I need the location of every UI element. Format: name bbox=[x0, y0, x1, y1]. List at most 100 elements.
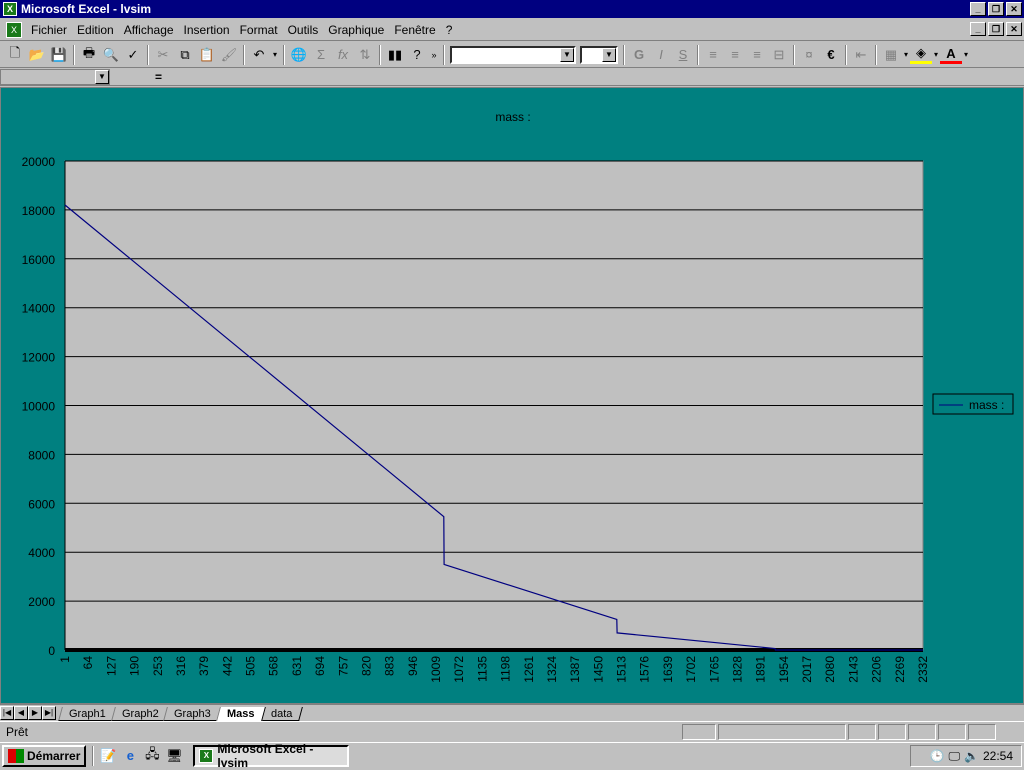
next-sheet-icon[interactable]: ▶ bbox=[28, 705, 42, 720]
y-tick-label: 6000 bbox=[28, 497, 55, 511]
align-right-icon[interactable]: ≡ bbox=[746, 44, 768, 66]
sort-icon[interactable]: ⇅ bbox=[354, 44, 376, 66]
prev-sheet-icon[interactable]: ◀ bbox=[14, 705, 28, 720]
italic-button[interactable]: I bbox=[650, 44, 672, 66]
chart-wizard-icon[interactable]: ▮▮ bbox=[384, 44, 406, 66]
fill-color-dropdown-icon[interactable]: ▾ bbox=[932, 44, 940, 66]
document-icon[interactable]: X bbox=[6, 21, 22, 38]
clock[interactable]: 22:54 bbox=[983, 749, 1013, 763]
minimize-button[interactable]: _ bbox=[970, 2, 986, 16]
menu-fenetre[interactable]: Fenêtre bbox=[389, 23, 440, 37]
mass-chart[interactable]: 0 2000 4000 6000 8000 10000 12000 14000 16000 180… bbox=[1, 88, 1023, 703]
font-color-icon[interactable]: A bbox=[940, 46, 962, 64]
decrease-indent-icon[interactable]: ⇤ bbox=[850, 44, 872, 66]
menu-fichier[interactable]: Fichier bbox=[26, 23, 72, 37]
chart-sheet[interactable]: 0 2000 4000 6000 8000 10000 12000 14000 16000 180… bbox=[0, 87, 1024, 704]
cut-icon[interactable]: ✂ bbox=[152, 44, 174, 66]
chevron-down-icon[interactable]: ▼ bbox=[95, 69, 109, 84]
standard-toolbar: 🗋 📂 💾 🖶 🔍 ✓ ✂ ⧉ 📋 🖌 ↶ ▾ 🌐 Σ fx ⇅ ▮▮ ? » … bbox=[0, 42, 1024, 68]
open-folder-icon[interactable]: 📂 bbox=[26, 44, 48, 66]
borders-dropdown-icon[interactable]: ▾ bbox=[902, 44, 910, 66]
first-sheet-icon[interactable]: |◀ bbox=[0, 705, 14, 720]
menu-graphique[interactable]: Graphique bbox=[323, 23, 389, 37]
window-title: Microsoft Excel - lvsim bbox=[21, 2, 152, 16]
y-tick-label: 18000 bbox=[22, 204, 56, 218]
scheduler-icon[interactable]: 🕒 bbox=[929, 749, 944, 763]
new-document-icon[interactable]: 🗋 bbox=[4, 44, 26, 66]
doc-minimize-button[interactable]: _ bbox=[970, 22, 986, 36]
align-left-icon[interactable]: ≡ bbox=[702, 44, 724, 66]
merge-center-icon[interactable]: ⊟ bbox=[768, 44, 790, 66]
x-tick-label: 379 bbox=[197, 656, 211, 676]
menu-help[interactable]: ? bbox=[441, 23, 458, 37]
network-icon[interactable]: 🖧 bbox=[141, 746, 163, 766]
x-tick-label: 2206 bbox=[870, 656, 884, 683]
excel-icon[interactable]: X bbox=[3, 2, 17, 16]
function-icon[interactable]: fx bbox=[332, 44, 354, 66]
close-button[interactable]: ✕ bbox=[1006, 2, 1022, 16]
align-center-icon[interactable]: ≡ bbox=[724, 44, 746, 66]
x-tick-label: 1891 bbox=[754, 656, 768, 683]
borders-icon[interactable]: ▦ bbox=[880, 44, 902, 66]
menu-affichage[interactable]: Affichage bbox=[119, 23, 179, 37]
menu-outils[interactable]: Outils bbox=[283, 23, 324, 37]
chevron-down-icon[interactable]: ▼ bbox=[602, 47, 616, 62]
menu-format[interactable]: Format bbox=[235, 23, 283, 37]
help-icon[interactable]: ? bbox=[406, 44, 428, 66]
x-tick-label: 820 bbox=[359, 656, 373, 676]
font-name-combo[interactable]: ▼ bbox=[450, 45, 576, 64]
system-tray: 🕒 🖵 🔈 22:54 bbox=[910, 745, 1022, 767]
spelling-icon[interactable]: ✓ bbox=[122, 44, 144, 66]
display-icon[interactable]: 🖵 bbox=[948, 749, 960, 764]
menu-insertion[interactable]: Insertion bbox=[179, 23, 235, 37]
bold-button[interactable]: G bbox=[628, 44, 650, 66]
restore-button[interactable]: ❐ bbox=[988, 2, 1004, 16]
start-button[interactable]: Démarrer bbox=[2, 744, 87, 767]
sheet-tab-mass[interactable]: Mass bbox=[216, 706, 266, 721]
x-tick-label: 1765 bbox=[707, 656, 721, 683]
internet-explorer-icon[interactable]: e bbox=[119, 746, 141, 766]
x-tick-label: 2332 bbox=[916, 656, 930, 683]
print-icon[interactable]: 🖶 bbox=[78, 44, 100, 66]
taskbar-excel-button[interactable]: X Microsoft Excel - lvsim bbox=[193, 742, 350, 770]
toolbar-separator bbox=[147, 44, 149, 65]
name-box[interactable]: ▼ bbox=[0, 68, 110, 85]
print-preview-icon[interactable]: 🔍 bbox=[100, 44, 122, 66]
font-color-dropdown-icon[interactable]: ▾ bbox=[962, 44, 970, 66]
notepad-icon[interactable]: 📝 bbox=[97, 746, 119, 766]
hyperlink-icon[interactable]: 🌐 bbox=[288, 44, 310, 66]
last-sheet-icon[interactable]: ▶| bbox=[42, 705, 56, 720]
copy-icon[interactable]: ⧉ bbox=[174, 44, 196, 66]
formula-equals[interactable]: = bbox=[110, 69, 166, 85]
start-label: Démarrer bbox=[27, 748, 81, 763]
save-icon[interactable]: 💾 bbox=[48, 44, 70, 66]
doc-restore-button[interactable]: ❐ bbox=[988, 22, 1004, 36]
underline-button[interactable]: S bbox=[672, 44, 694, 66]
sheet-tab-graph2[interactable]: Graph2 bbox=[110, 706, 170, 721]
desktop-icon[interactable]: 🖥 bbox=[163, 746, 185, 766]
font-size-combo[interactable]: ▼ bbox=[580, 45, 618, 64]
undo-icon[interactable]: ↶ bbox=[248, 44, 270, 66]
x-tick-label: 1450 bbox=[591, 656, 605, 683]
x-tick-label: 631 bbox=[290, 656, 304, 676]
doc-close-button[interactable]: ✕ bbox=[1006, 22, 1022, 36]
paste-icon[interactable]: 📋 bbox=[196, 44, 218, 66]
fill-color-icon[interactable]: ◈ bbox=[910, 45, 932, 64]
format-painter-icon[interactable]: 🖌 bbox=[218, 44, 240, 66]
sheet-tab-graph3[interactable]: Graph3 bbox=[163, 706, 222, 721]
toolbar-separator bbox=[845, 44, 847, 65]
chevron-down-icon[interactable]: ▼ bbox=[560, 47, 574, 62]
chart-legend[interactable]: mass : bbox=[932, 393, 1014, 415]
sheet-tab-graph1[interactable]: Graph1 bbox=[58, 706, 117, 721]
volume-icon[interactable]: 🔈 bbox=[964, 749, 979, 763]
formula-input[interactable] bbox=[166, 69, 1024, 85]
more-buttons-icon[interactable]: » bbox=[428, 44, 440, 66]
undo-dropdown-icon[interactable]: ▾ bbox=[270, 44, 280, 66]
sheet-tab-data[interactable]: data bbox=[259, 706, 303, 721]
euro-button[interactable]: € bbox=[820, 44, 842, 66]
x-tick-label: 2017 bbox=[800, 656, 814, 683]
x-tick-label: 1 bbox=[58, 656, 72, 663]
autosum-icon[interactable]: Σ bbox=[310, 44, 332, 66]
menu-edition[interactable]: Edition bbox=[72, 23, 119, 37]
currency-icon[interactable]: ¤ bbox=[798, 44, 820, 66]
